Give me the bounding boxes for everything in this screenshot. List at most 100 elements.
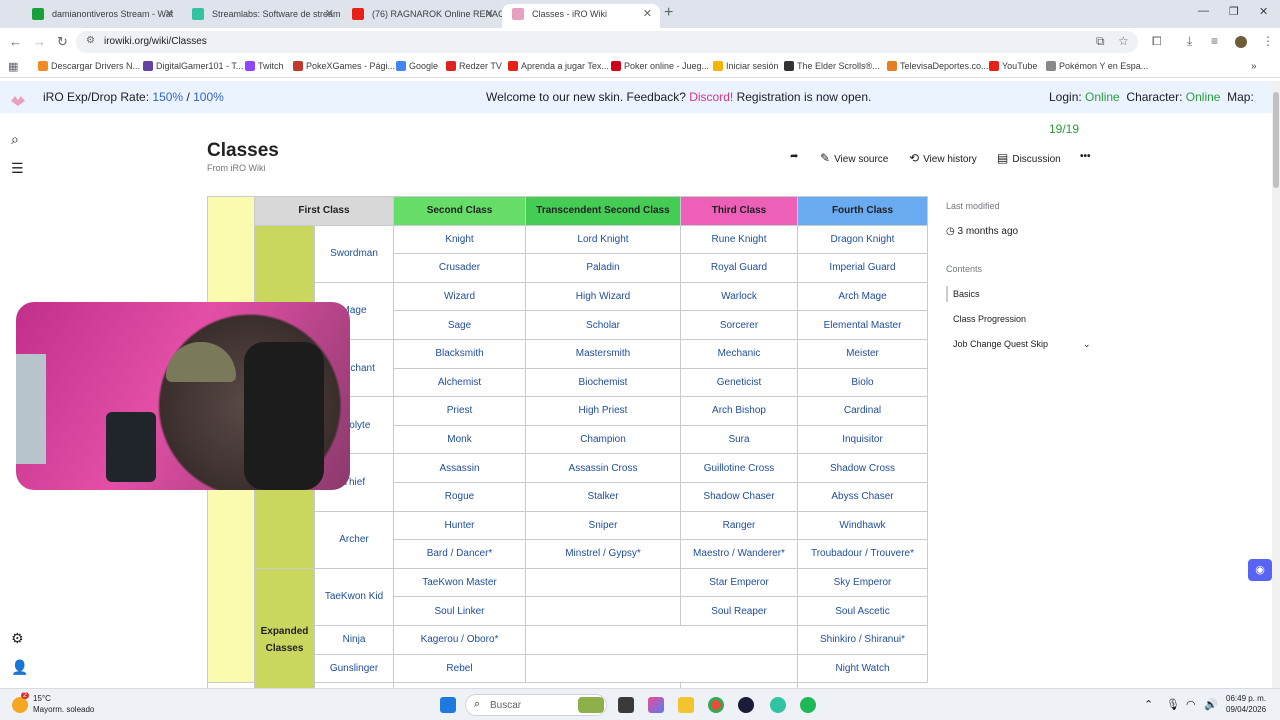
bookmark-item[interactable]: TelevisaDeportes.co... bbox=[887, 61, 989, 71]
class-link[interactable]: Inquisitor bbox=[797, 424, 928, 455]
volume-icon[interactable]: 🔊 bbox=[1204, 698, 1218, 711]
class-link[interactable]: TaeKwon Master bbox=[393, 567, 526, 598]
class-link[interactable]: Assassin Cross bbox=[525, 453, 681, 483]
class-link[interactable]: Champion bbox=[525, 424, 681, 455]
back-icon[interactable]: ← bbox=[9, 34, 22, 49]
bookmark-item[interactable]: Aprenda a jugar Tex... bbox=[508, 61, 609, 71]
tab-youtube[interactable]: (76) RAGNAROK Online RENAC ✕ bbox=[342, 4, 502, 28]
class-link[interactable]: Swordman bbox=[314, 224, 394, 283]
class-link[interactable]: Soul Ascetic bbox=[797, 596, 928, 626]
discord-float-icon[interactable]: ◉ bbox=[1248, 559, 1272, 581]
obs-icon[interactable] bbox=[738, 697, 754, 713]
copilot-icon[interactable] bbox=[648, 697, 664, 713]
class-link[interactable]: Paladin bbox=[525, 253, 681, 283]
class-link[interactable]: TaeKwon Kid bbox=[314, 567, 394, 626]
user-icon[interactable]: 👤 bbox=[11, 659, 28, 676]
class-link[interactable]: Imperial Guard bbox=[797, 253, 928, 283]
class-link[interactable]: Knight bbox=[393, 224, 526, 255]
bookmark-item[interactable]: Google bbox=[396, 61, 438, 71]
search-icon[interactable]: ⌕ bbox=[11, 131, 19, 148]
close-icon[interactable]: ✕ bbox=[485, 4, 494, 24]
bookmark-item[interactable]: Redzer TV bbox=[446, 61, 502, 71]
class-link[interactable]: Rogue bbox=[393, 481, 526, 512]
class-link[interactable]: Arch Bishop bbox=[680, 396, 798, 426]
tray-overflow-icon[interactable]: ⌃ bbox=[1144, 698, 1153, 711]
class-link[interactable]: Mastersmith bbox=[525, 338, 681, 369]
weather-widget[interactable]: 15°C Mayorm. soleado bbox=[33, 693, 94, 715]
class-link[interactable]: Rune Knight bbox=[680, 224, 798, 255]
bookmark-item[interactable]: Descargar Drivers N... bbox=[38, 61, 140, 71]
forward-icon[interactable]: → bbox=[33, 34, 46, 49]
class-link[interactable]: Cardinal bbox=[797, 396, 928, 426]
class-link[interactable]: Wizard bbox=[393, 281, 526, 312]
class-link[interactable]: Dragon Knight bbox=[797, 224, 928, 255]
chevron-down-icon[interactable]: ⌄ bbox=[1083, 339, 1091, 350]
bookmark-item[interactable]: Poker online - Jueg... bbox=[611, 61, 709, 71]
class-link[interactable]: Star Emperor bbox=[680, 567, 798, 598]
url-text[interactable]: irowiki.org/wiki/Classes bbox=[104, 36, 207, 47]
apps-grid-icon[interactable]: ▦ bbox=[8, 60, 18, 73]
discord-link[interactable]: Discord! bbox=[689, 90, 733, 104]
class-link[interactable]: Scholar bbox=[525, 310, 681, 340]
class-link[interactable]: Sorcerer bbox=[680, 310, 798, 340]
view-source-link[interactable]: ✎ View source bbox=[820, 151, 888, 165]
tab-irowiki[interactable]: Classes - iRO Wiki ✕ bbox=[502, 4, 660, 28]
more-bookmarks-icon[interactable]: » bbox=[1251, 61, 1257, 72]
menu-icon[interactable]: ⋮ bbox=[1262, 34, 1274, 48]
class-link[interactable]: High Wizard bbox=[525, 281, 681, 312]
class-link[interactable]: Maestro / Wanderer* bbox=[680, 539, 798, 569]
class-link[interactable]: Soul Reaper bbox=[680, 596, 798, 626]
class-link[interactable]: Geneticist bbox=[680, 367, 798, 398]
class-link[interactable]: Royal Guard bbox=[680, 253, 798, 283]
class-link[interactable]: Shadow Cross bbox=[797, 453, 928, 483]
minimize-icon[interactable]: — bbox=[1198, 5, 1209, 17]
close-window-icon[interactable]: ✕ bbox=[1259, 5, 1268, 18]
class-link[interactable]: Minstrel / Gypsy* bbox=[525, 539, 681, 569]
weather-sun-icon[interactable] bbox=[12, 697, 28, 713]
tab-streamlabs[interactable]: Streamlabs: Software de stream ✕ bbox=[182, 4, 342, 28]
download-icon[interactable]: ⤓ bbox=[1187, 34, 1192, 49]
bookmark-item[interactable]: PokeXGames - Pági... bbox=[293, 61, 395, 71]
spotify-icon[interactable] bbox=[800, 697, 816, 713]
view-history-link[interactable]: ⟲ View history bbox=[909, 151, 977, 165]
task-view-icon[interactable] bbox=[618, 697, 634, 713]
bookmark-item[interactable]: Iniciar sesión bbox=[713, 61, 779, 71]
class-link[interactable]: Crusader bbox=[393, 253, 526, 283]
media-icon[interactable]: ≡ bbox=[1211, 34, 1218, 48]
class-link[interactable]: Ninja bbox=[314, 624, 394, 655]
class-link[interactable]: Bard / Dancer* bbox=[393, 539, 526, 569]
class-link[interactable]: Windhawk bbox=[797, 510, 928, 541]
taskbar-search[interactable]: ⌕ Buscar bbox=[465, 694, 607, 716]
class-link[interactable]: Elemental Master bbox=[797, 310, 928, 340]
class-link[interactable]: Sage bbox=[393, 310, 526, 340]
class-link[interactable]: Guillotine Cross bbox=[680, 453, 798, 483]
class-link[interactable]: Sura bbox=[680, 424, 798, 455]
profile-avatar[interactable] bbox=[1235, 36, 1247, 48]
class-link[interactable]: Troubadour / Trouvere* bbox=[797, 539, 928, 569]
toc-item-job-change-quest-skip[interactable]: Job Change Quest Skip bbox=[953, 339, 1048, 349]
class-link[interactable]: Archer bbox=[314, 510, 394, 569]
class-link[interactable]: Shadow Chaser bbox=[680, 481, 798, 512]
class-link[interactable]: Night Watch bbox=[797, 653, 928, 684]
class-link[interactable]: Shinkiro / Shiranui* bbox=[797, 624, 928, 655]
chrome-icon[interactable] bbox=[708, 697, 724, 713]
toc-item-basics[interactable]: Basics bbox=[953, 289, 980, 299]
reload-icon[interactable]: ↻ bbox=[57, 34, 68, 50]
class-link[interactable]: Warlock bbox=[680, 281, 798, 312]
class-link[interactable]: Sky Emperor bbox=[797, 567, 928, 598]
site-logo-icon[interactable] bbox=[10, 94, 26, 108]
install-icon[interactable]: ⧉ bbox=[1096, 34, 1105, 49]
class-link[interactable]: Arch Mage bbox=[797, 281, 928, 312]
network-icon[interactable]: ◠ bbox=[1186, 698, 1196, 711]
streamlabs-icon[interactable] bbox=[770, 697, 786, 713]
class-link[interactable]: Sniper bbox=[525, 510, 681, 541]
class-link[interactable]: Biochemist bbox=[525, 367, 681, 398]
class-link[interactable]: Blacksmith bbox=[393, 338, 526, 369]
toc-item-class-progression[interactable]: Class Progression bbox=[953, 314, 1026, 324]
close-icon[interactable]: ✕ bbox=[643, 4, 652, 24]
class-link[interactable]: Stalker bbox=[525, 481, 681, 512]
site-info-icon[interactable]: ⚙ bbox=[86, 35, 95, 46]
class-link[interactable]: Monk bbox=[393, 424, 526, 455]
extensions-icon[interactable]: ⧠ bbox=[1152, 34, 1162, 49]
file-explorer-icon[interactable] bbox=[678, 697, 694, 713]
